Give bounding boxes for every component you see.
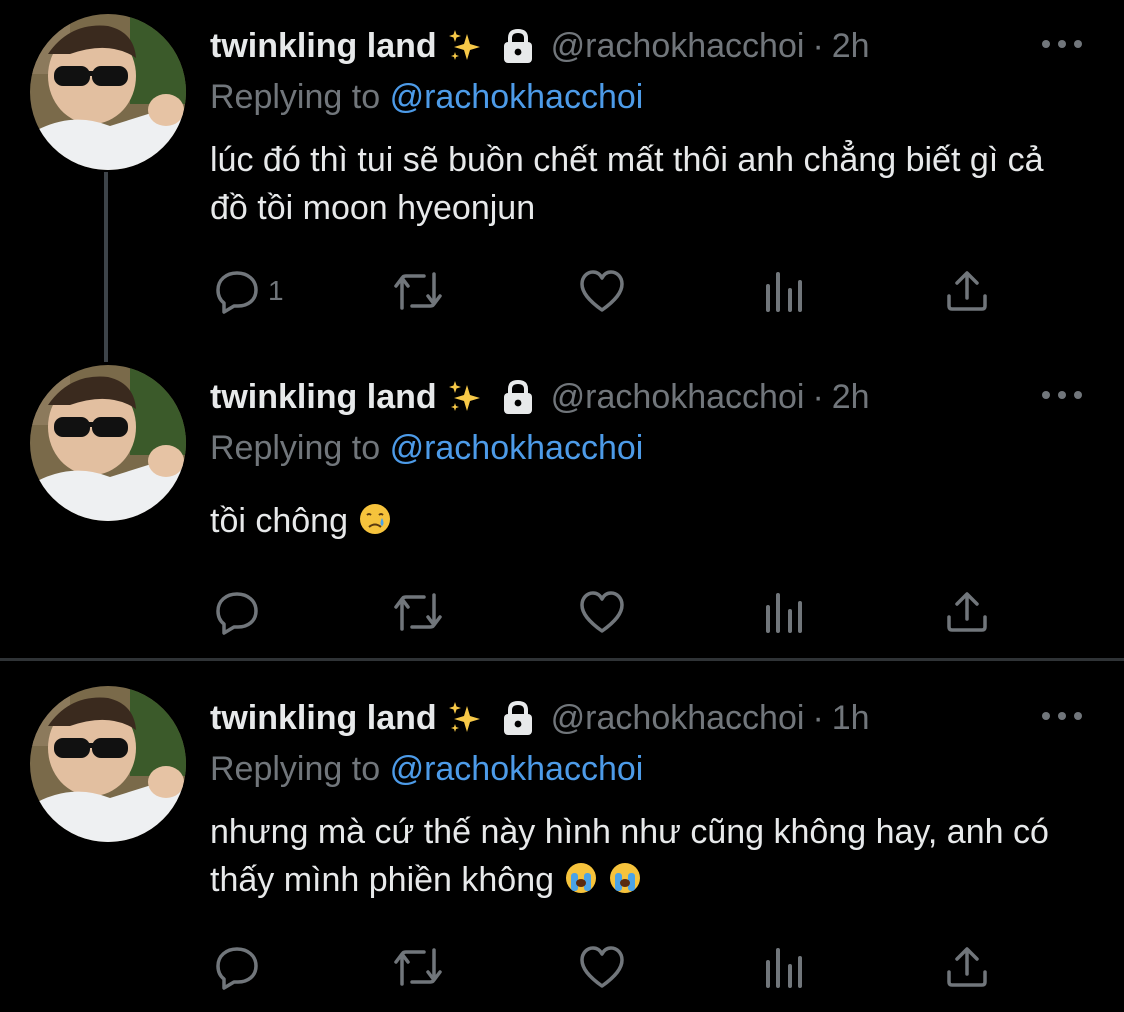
replying-to: Replying to @rachokhacchoi — [210, 429, 643, 468]
tweet[interactable]: twinkling land @rachokhacchoi · 2h Reply… — [0, 0, 1124, 345]
retweet-button[interactable] — [390, 942, 446, 992]
retweet-button[interactable] — [390, 587, 446, 637]
views-button[interactable] — [762, 942, 806, 992]
avatar[interactable] — [30, 365, 186, 521]
reply-icon — [214, 268, 260, 314]
like-button[interactable] — [578, 942, 626, 992]
views-button[interactable] — [762, 587, 806, 637]
like-icon — [578, 268, 626, 314]
tweet-header: twinkling land @rachokhacchoi · 2h — [210, 375, 870, 419]
replying-prefix: Replying to — [210, 750, 381, 788]
lock-icon — [499, 378, 537, 416]
like-icon — [578, 944, 626, 990]
reply-icon — [214, 589, 260, 635]
separator-dot: · — [812, 26, 824, 65]
lock-icon — [499, 699, 537, 737]
mention-link[interactable]: @rachokhacchoi — [390, 78, 644, 116]
views-icon — [762, 589, 806, 635]
lock-icon — [499, 27, 537, 65]
action-bar — [210, 942, 1010, 992]
replying-prefix: Replying to — [210, 78, 381, 116]
reply-icon — [214, 944, 260, 990]
timestamp[interactable]: 2h — [832, 378, 870, 417]
tweet-header: twinkling land @rachokhacchoi · 2h — [210, 24, 870, 68]
share-icon — [944, 944, 990, 990]
handle[interactable]: @rachokhacchoi — [551, 378, 805, 417]
action-bar: 1 — [210, 266, 1010, 316]
crying-face-emoji — [358, 501, 392, 549]
timestamp[interactable]: 2h — [832, 27, 870, 66]
tweet-text: nhưng mà cứ thế này hình như cũng không … — [210, 808, 1070, 908]
display-name[interactable]: twinkling land — [210, 27, 437, 66]
share-button[interactable] — [944, 942, 990, 992]
share-button[interactable] — [944, 587, 990, 637]
loudly-crying-face-emoji — [564, 860, 598, 908]
tweet[interactable]: twinkling land @rachokhacchoi · 2h Reply… — [0, 351, 1124, 656]
separator-dot: · — [812, 698, 824, 737]
tweet-text: tồi chông — [210, 497, 1070, 549]
tweet-text-content: tồi chông — [210, 502, 348, 540]
reply-button[interactable] — [214, 587, 268, 637]
display-name[interactable]: twinkling land — [210, 378, 437, 417]
reply-button[interactable]: 1 — [214, 266, 284, 316]
more-icon[interactable] — [1042, 38, 1082, 50]
like-button[interactable] — [578, 587, 626, 637]
reply-button[interactable] — [214, 942, 268, 992]
avatar[interactable] — [30, 686, 186, 842]
tweet-header: twinkling land @rachokhacchoi · 1h — [210, 696, 870, 740]
retweet-icon — [390, 268, 446, 314]
mention-link[interactable]: @rachokhacchoi — [390, 429, 644, 467]
handle[interactable]: @rachokhacchoi — [551, 699, 805, 738]
retweet-icon — [390, 944, 446, 990]
share-button[interactable] — [944, 266, 990, 316]
display-name[interactable]: twinkling land — [210, 699, 437, 738]
views-icon — [762, 944, 806, 990]
share-icon — [944, 268, 990, 314]
tweet[interactable]: twinkling land @rachokhacchoi · 1h Reply… — [0, 672, 1124, 1012]
replying-prefix: Replying to — [210, 429, 381, 467]
reply-count: 1 — [268, 275, 284, 306]
replying-to: Replying to @rachokhacchoi — [210, 750, 643, 789]
more-icon[interactable] — [1042, 710, 1082, 722]
separator-dot: · — [812, 377, 824, 416]
timeline: twinkling land @rachokhacchoi · 2h Reply… — [0, 0, 1124, 1012]
tweet-text: lúc đó thì tui sẽ buồn chết mất thôi anh… — [210, 136, 1070, 232]
share-icon — [944, 589, 990, 635]
sparkles-icon — [447, 700, 483, 736]
avatar[interactable] — [30, 14, 186, 170]
tweet-text-content: lúc đó thì tui sẽ buồn chết mất thôi anh… — [210, 141, 1044, 227]
like-button[interactable] — [578, 266, 626, 316]
loudly-crying-face-emoji — [608, 860, 642, 908]
like-icon — [578, 589, 626, 635]
views-icon — [762, 268, 806, 314]
sparkles-icon — [447, 379, 483, 415]
views-button[interactable] — [762, 266, 806, 316]
thread-divider — [0, 658, 1124, 661]
retweet-icon — [390, 589, 446, 635]
sparkles-icon — [447, 28, 483, 64]
retweet-button[interactable] — [390, 266, 446, 316]
handle[interactable]: @rachokhacchoi — [551, 27, 805, 66]
action-bar — [210, 587, 1010, 637]
mention-link[interactable]: @rachokhacchoi — [390, 750, 644, 788]
replying-to: Replying to @rachokhacchoi — [210, 78, 643, 117]
more-icon[interactable] — [1042, 389, 1082, 401]
timestamp[interactable]: 1h — [832, 699, 870, 738]
